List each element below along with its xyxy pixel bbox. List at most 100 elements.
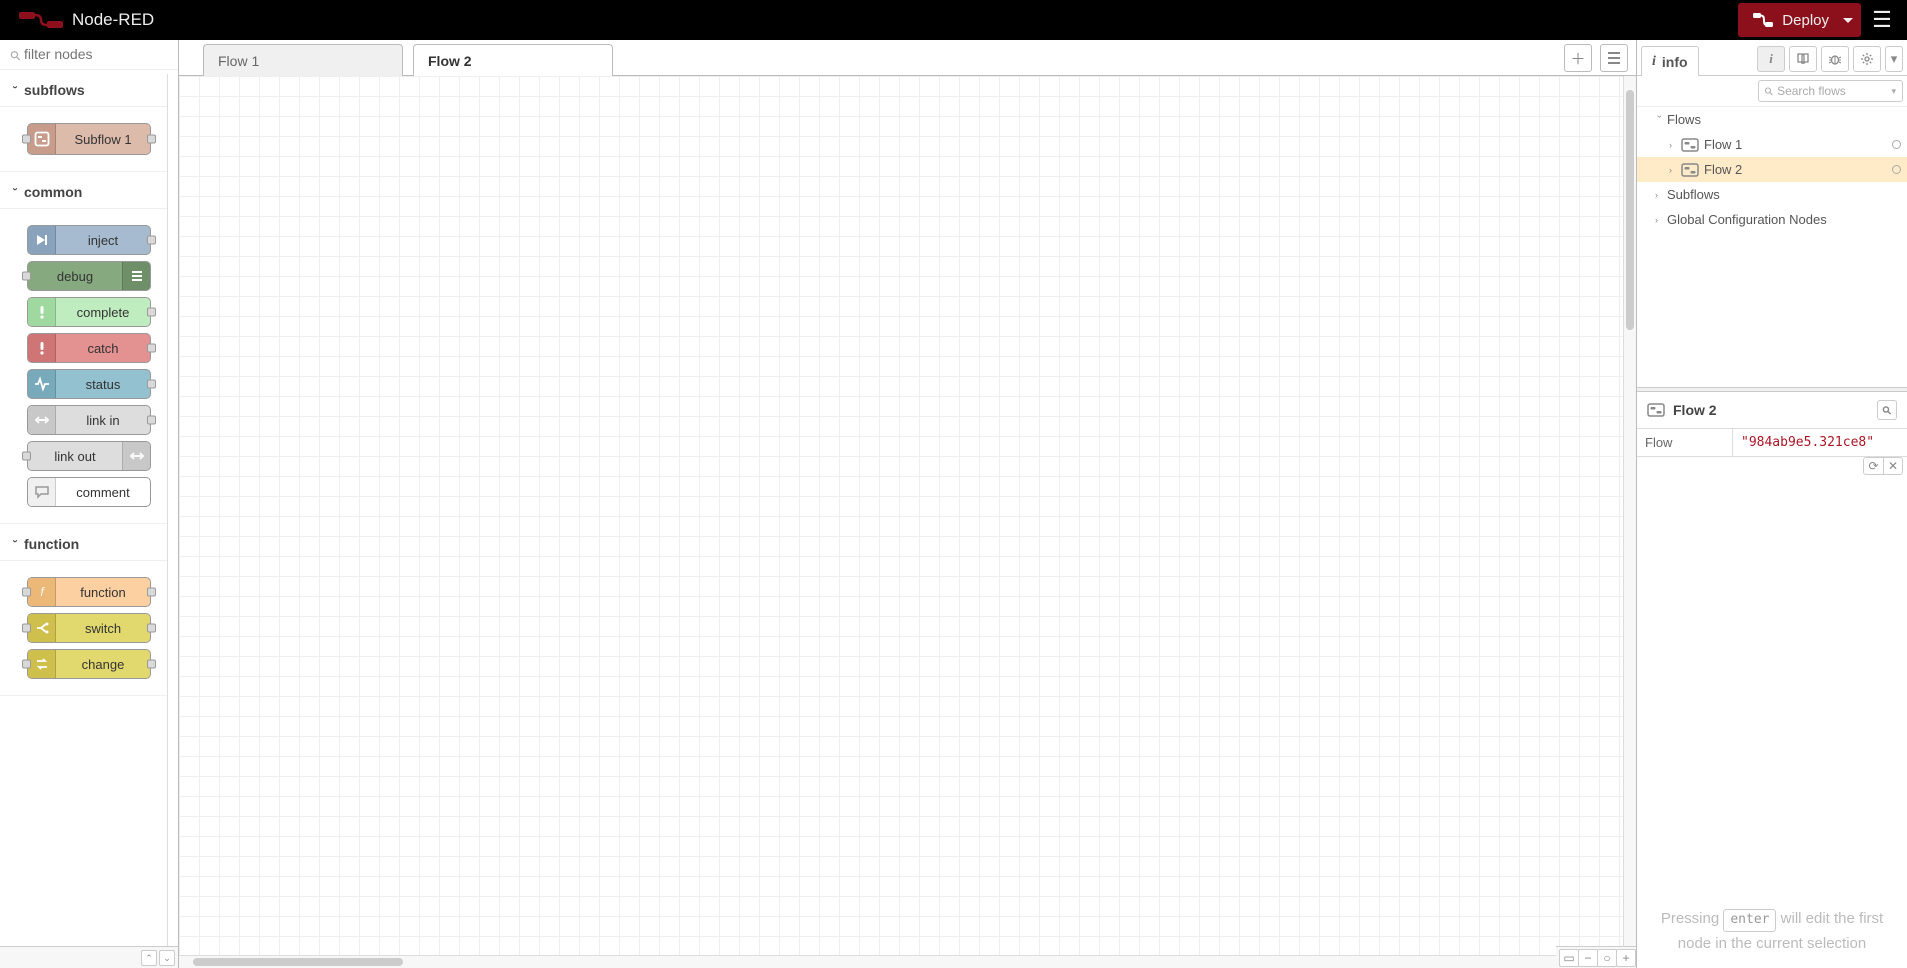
palette-category-common[interactable]: ›common bbox=[0, 176, 178, 209]
change-icon bbox=[28, 650, 56, 678]
enter-key: enter bbox=[1723, 909, 1776, 932]
debug-icon bbox=[122, 262, 150, 290]
tree-global-config[interactable]: ›Global Configuration Nodes bbox=[1637, 207, 1907, 232]
sidebar-search[interactable]: ⚲ Search flows ▾ bbox=[1758, 80, 1903, 102]
bug-icon bbox=[1828, 53, 1842, 65]
comment-icon bbox=[28, 478, 56, 506]
sidebar-tabbar: i info i ▾ bbox=[1637, 40, 1907, 76]
fx-icon: f bbox=[28, 578, 56, 606]
chevron-down-icon: › bbox=[10, 187, 21, 197]
palette-node-switch[interactable]: switch bbox=[27, 613, 151, 643]
palette-node-debug[interactable]: debug bbox=[27, 261, 151, 291]
flow-icon bbox=[1647, 403, 1665, 417]
flow-canvas-area: Flow 1 Flow 2 ＋ ▭ − ○ + bbox=[179, 40, 1637, 968]
palette-footer: ⌃ ⌄ bbox=[0, 946, 178, 968]
palette-node-label: change bbox=[56, 657, 150, 672]
sidebar-more-button[interactable]: ▾ bbox=[1885, 46, 1903, 72]
palette-node-label: comment bbox=[56, 485, 150, 500]
palette-node-change[interactable]: change bbox=[27, 649, 151, 679]
palette-node-label: link in bbox=[56, 413, 150, 428]
palette-node-linkout[interactable]: link out bbox=[27, 441, 151, 471]
node-port-out bbox=[147, 380, 156, 389]
status-dot bbox=[1892, 165, 1901, 174]
node-palette: ›subflows Subflow 1 ›common inject debug comp… bbox=[0, 40, 179, 968]
palette-node-complete[interactable]: complete bbox=[27, 297, 151, 327]
palette-node-catch[interactable]: catch bbox=[27, 333, 151, 363]
palette-filter-input[interactable] bbox=[8, 45, 170, 63]
sidebar-tab-label: info bbox=[1662, 54, 1688, 70]
sidebar-help-button[interactable] bbox=[1789, 46, 1817, 72]
link-icon bbox=[28, 406, 56, 434]
flow-canvas[interactable] bbox=[179, 76, 1636, 968]
node-port-out bbox=[147, 660, 156, 669]
node-port-out bbox=[147, 236, 156, 245]
workspace-tabbar: Flow 1 Flow 2 ＋ bbox=[179, 40, 1636, 76]
switch-icon bbox=[28, 614, 56, 642]
link-icon bbox=[122, 442, 150, 470]
sidebar-debug-button[interactable] bbox=[1821, 46, 1849, 72]
canvas-v-scrollbar[interactable] bbox=[1623, 76, 1636, 954]
deploy-icon bbox=[1752, 11, 1774, 29]
canvas-h-scrollbar[interactable] bbox=[179, 955, 1622, 968]
palette-node-inject[interactable]: inject bbox=[27, 225, 151, 255]
chevron-down-icon: ▾ bbox=[1891, 86, 1896, 97]
inject-icon bbox=[28, 226, 56, 254]
node-red-logo-icon bbox=[18, 11, 64, 29]
sidebar-tab-info[interactable]: i info bbox=[1641, 46, 1699, 76]
deploy-button[interactable]: Deploy bbox=[1738, 3, 1861, 37]
workspace-tab-flow1[interactable]: Flow 1 bbox=[203, 44, 403, 76]
node-port-in bbox=[22, 588, 31, 597]
palette-node-comment[interactable]: comment bbox=[27, 477, 151, 507]
node-port-in bbox=[22, 272, 31, 281]
zoom-reset-button[interactable]: ○ bbox=[1597, 949, 1617, 967]
palette-node-subflow1[interactable]: Subflow 1 bbox=[27, 123, 151, 155]
list-icon bbox=[1607, 52, 1621, 64]
sidebar-config-button[interactable] bbox=[1853, 46, 1881, 72]
zoom-in-button[interactable]: + bbox=[1616, 949, 1636, 967]
sidebar-tip: Pressing enter will edit the first node … bbox=[1647, 907, 1897, 956]
search-icon: ⚲ bbox=[1762, 84, 1777, 99]
navigator-button[interactable]: ▭ bbox=[1559, 949, 1579, 967]
chevron-down-icon: › bbox=[10, 85, 21, 95]
zoom-out-button[interactable]: − bbox=[1578, 949, 1598, 967]
tree-flows[interactable]: ›Flows bbox=[1637, 107, 1907, 132]
palette-category-subflows[interactable]: ›subflows bbox=[0, 74, 178, 107]
subflow-icon bbox=[28, 124, 56, 154]
book-icon bbox=[1796, 53, 1810, 65]
deploy-caret-icon[interactable] bbox=[1843, 18, 1853, 23]
palette-node-status[interactable]: status bbox=[27, 369, 151, 399]
node-port-out bbox=[147, 416, 156, 425]
workspace-tab-flow2[interactable]: Flow 2 bbox=[413, 44, 613, 76]
sidebar-selection-header: Flow 2 ⚲ bbox=[1637, 392, 1907, 429]
tree-flow-f1[interactable]: ›Flow 1 bbox=[1637, 132, 1907, 157]
palette-node-label: function bbox=[56, 585, 150, 600]
menu-button[interactable]: ☰ bbox=[1867, 7, 1897, 33]
palette-node-label: Subflow 1 bbox=[56, 132, 150, 147]
prop-key-flow: Flow bbox=[1637, 429, 1733, 456]
palette-node-function[interactable]: ffunction bbox=[27, 577, 151, 607]
selection-search-button[interactable]: ⚲ bbox=[1877, 400, 1897, 420]
sidebar-info-button[interactable]: i bbox=[1757, 46, 1785, 72]
palette-node-label: status bbox=[56, 377, 150, 392]
info-icon: i bbox=[1652, 54, 1656, 70]
gear-icon bbox=[1860, 52, 1874, 66]
pulse-icon bbox=[28, 370, 56, 398]
chevron-icon: › bbox=[1655, 215, 1665, 225]
deploy-label: Deploy bbox=[1782, 12, 1829, 29]
tree-subflows[interactable]: ›Subflows bbox=[1637, 182, 1907, 207]
palette-category-function[interactable]: ›function bbox=[0, 528, 178, 561]
tip-close-button[interactable]: ✕ bbox=[1883, 457, 1903, 475]
search-icon: ⚲ bbox=[1880, 403, 1895, 418]
tip-refresh-button[interactable]: ⟳ bbox=[1863, 457, 1883, 475]
sidebar-properties: Flow "984ab9e5.321ce8" bbox=[1637, 429, 1907, 457]
sidebar: i info i ▾ ⚲ Search flows bbox=[1637, 40, 1907, 968]
palette-node-label: debug bbox=[28, 269, 122, 284]
alert-icon bbox=[28, 334, 56, 362]
palette-node-label: complete bbox=[56, 305, 150, 320]
tree-flow-f2[interactable]: ›Flow 2 bbox=[1637, 157, 1907, 182]
list-flows-button[interactable] bbox=[1600, 44, 1628, 72]
palette-collapse-all-button[interactable]: ⌃ bbox=[141, 950, 157, 966]
add-flow-button[interactable]: ＋ bbox=[1564, 44, 1592, 72]
palette-node-linkin[interactable]: link in bbox=[27, 405, 151, 435]
palette-expand-all-button[interactable]: ⌄ bbox=[159, 950, 175, 966]
